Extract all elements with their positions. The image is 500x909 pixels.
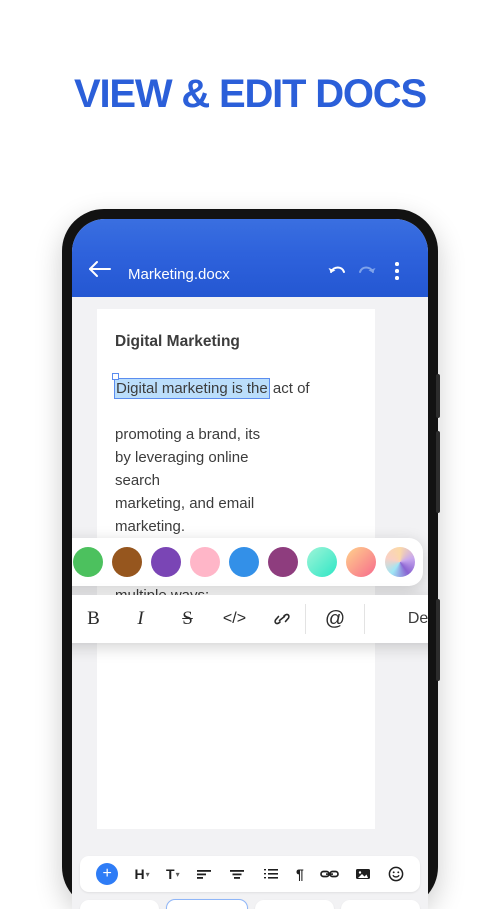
undo-icon[interactable]: [322, 259, 352, 283]
text-selection[interactable]: Digital marketing is the: [114, 378, 270, 399]
link-icon[interactable]: [258, 595, 305, 643]
phone-side-button: [436, 374, 440, 418]
swatch-purple[interactable]: [151, 547, 181, 577]
heading-style-label: H: [134, 866, 145, 882]
kebab-menu-icon[interactable]: [382, 259, 412, 283]
chevron-down-icon: ▾: [145, 869, 150, 879]
format-toolbar[interactable]: B I S </> @ Define: [72, 595, 428, 643]
redo-icon[interactable]: [352, 259, 382, 283]
selection-handle[interactable]: [112, 373, 119, 380]
heading-h1-button[interactable]: H1: [80, 900, 160, 909]
doc-line-5: marketing, and email: [115, 495, 255, 512]
paragraph-style-icon[interactable]: ¶: [296, 866, 304, 882]
color-palette[interactable]: [72, 538, 423, 586]
phone-side-button: [436, 599, 440, 681]
insert-link-icon[interactable]: [320, 867, 339, 881]
back-arrow-icon[interactable]: [88, 257, 122, 283]
swatch-brown[interactable]: [112, 547, 142, 577]
swatch-pink[interactable]: [190, 547, 220, 577]
define-button[interactable]: Define: [365, 595, 428, 643]
swatch-green[interactable]: [73, 547, 103, 577]
add-button[interactable]: +: [96, 863, 119, 885]
swatch-orange-gradient[interactable]: [346, 547, 376, 577]
heading-style-button[interactable]: H ▾: [135, 866, 150, 882]
insert-emoji-icon[interactable]: [388, 866, 404, 882]
heading-styles-row: H1 H2 H3 Normal Text: [80, 899, 420, 909]
align-center-icon[interactable]: [229, 867, 246, 881]
italic-button[interactable]: I: [117, 595, 164, 643]
strikethrough-button[interactable]: S: [164, 595, 211, 643]
text-style-button[interactable]: T ▾: [166, 866, 180, 882]
numbered-list-icon[interactable]: [263, 867, 280, 881]
document-title: Marketing.docx: [128, 266, 230, 283]
swatch-teal-gradient[interactable]: [307, 547, 337, 577]
heading-h2-button[interactable]: H2: [166, 899, 248, 909]
align-left-icon[interactable]: [196, 867, 213, 881]
doc-line-3: by leveraging online: [115, 449, 249, 466]
app-bar: Marketing.docx: [72, 219, 428, 297]
swatch-blue[interactable]: [229, 547, 259, 577]
doc-line-6: marketing.: [115, 518, 186, 535]
doc-line-4: search: [115, 472, 161, 489]
paragraph-mark: ¶: [295, 866, 304, 882]
phone-mockup: Marketing.docx Digital Marketing Digital…: [62, 209, 440, 909]
editor-tools-row: + H ▾ T ▾ ¶: [80, 856, 420, 892]
tools-bar[interactable]: + H ▾ T ▾ ¶: [80, 856, 420, 892]
doc-heading: Digital Marketing: [115, 333, 240, 350]
document-area[interactable]: Digital Marketing Digital marketing is t…: [72, 297, 428, 850]
normal-text-button[interactable]: Normal Text: [340, 900, 420, 909]
code-button[interactable]: </>: [211, 595, 258, 643]
phone-screen: Marketing.docx Digital Marketing Digital…: [72, 219, 428, 909]
doc-line-2: promoting a brand, its: [115, 426, 261, 443]
swatch-magenta[interactable]: [268, 547, 298, 577]
phone-side-button: [436, 431, 440, 513]
editor-panel: + H ▾ T ▾ ¶: [72, 850, 428, 909]
bold-button[interactable]: B: [72, 595, 117, 643]
insert-image-icon[interactable]: [355, 867, 371, 881]
chevron-down-icon: ▾: [175, 869, 180, 879]
mention-button[interactable]: @: [306, 595, 364, 643]
swatch-multicolor-gradient[interactable]: [385, 547, 415, 577]
text-style-label: T: [166, 866, 175, 882]
heading-h3-button[interactable]: H3: [254, 900, 334, 909]
doc-line-1-rest: act of: [272, 380, 310, 397]
page-title: VIEW & EDIT DOCS: [74, 72, 427, 116]
